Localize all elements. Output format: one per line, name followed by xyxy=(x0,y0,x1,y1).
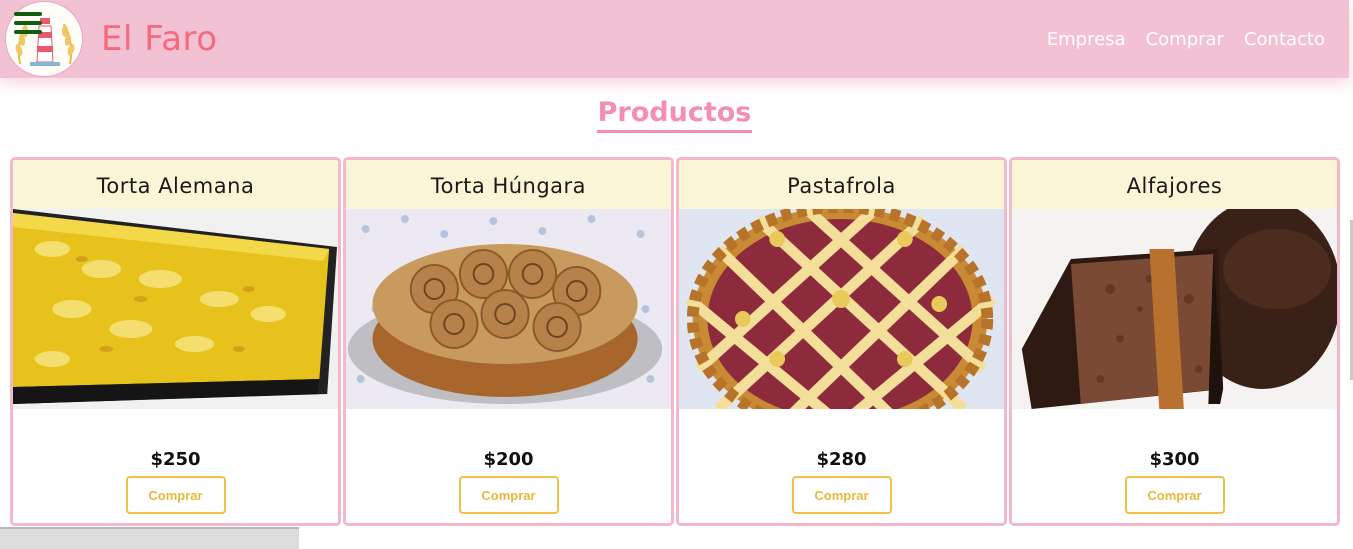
buy-button[interactable]: Comprar xyxy=(458,476,559,514)
product-name: Pastafrola xyxy=(679,160,1004,209)
product-price: $280 xyxy=(816,449,867,470)
product-card: Pastafrola $280 Comprar xyxy=(676,157,1007,526)
products-section-header: Productos xyxy=(0,96,1349,133)
product-name: Alfajores xyxy=(1012,160,1337,209)
nav-link-comprar[interactable]: Comprar xyxy=(1146,28,1224,52)
nav-link-empresa[interactable]: Empresa xyxy=(1047,28,1126,52)
horizontal-scrollbar[interactable] xyxy=(0,527,299,549)
buy-button[interactable]: Comprar xyxy=(125,476,226,514)
product-price: $300 xyxy=(1149,449,1200,470)
product-price: $200 xyxy=(483,449,534,470)
brand-name[interactable]: El Faro xyxy=(101,18,218,60)
product-card: Torta Alemana $250 Comprar xyxy=(10,157,341,526)
product-price: $250 xyxy=(150,449,201,470)
hamburger-menu-icon[interactable] xyxy=(14,12,42,34)
product-card: Torta Húngara $200 Comprar xyxy=(343,157,674,526)
main-nav: Empresa Comprar Contacto xyxy=(1047,28,1325,52)
pastafrola-photo xyxy=(679,209,1004,409)
product-name: Torta Húngara xyxy=(346,160,671,209)
buy-button[interactable]: Comprar xyxy=(791,476,892,514)
product-grid: Torta Alemana $250 Comprar Torta Húngara… xyxy=(10,157,1340,526)
section-title: Productos xyxy=(596,96,753,133)
nav-link-contacto[interactable]: Contacto xyxy=(1244,28,1325,52)
alfajores-photo xyxy=(1012,209,1337,409)
torta-alemana-photo xyxy=(13,209,338,409)
top-navbar: El Faro Empresa Comprar Contacto xyxy=(0,0,1349,78)
buy-button[interactable]: Comprar xyxy=(1124,476,1225,514)
product-card: Alfajores $300 Comprar xyxy=(1009,157,1340,526)
product-name: Torta Alemana xyxy=(13,160,338,209)
torta-hungara-photo xyxy=(346,209,671,409)
